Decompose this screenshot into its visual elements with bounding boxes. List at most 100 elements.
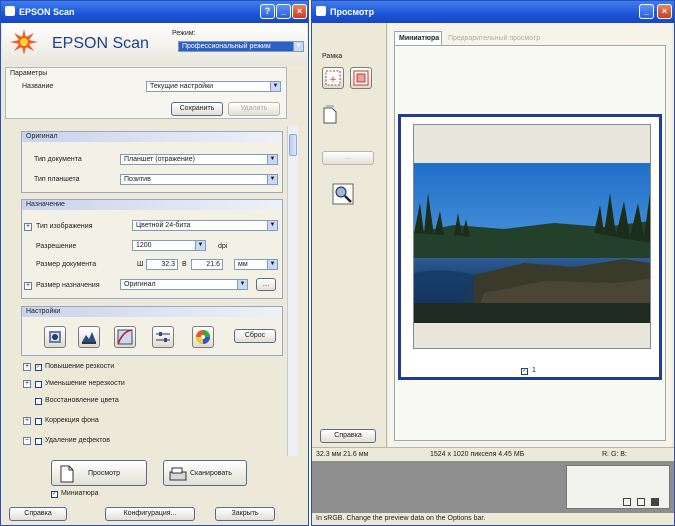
strip-tool-icon[interactable] xyxy=(623,498,631,506)
doc-type-select[interactable]: Планшет (отражение) ▼ xyxy=(120,154,278,165)
params-section: Параметры Название Текущие настройки ▼ С… xyxy=(5,67,287,119)
close-icon[interactable]: × xyxy=(292,4,307,19)
resolution-unit: dpi xyxy=(218,243,228,250)
scanner-icon xyxy=(169,467,187,481)
reset-button[interactable]: Сброс xyxy=(234,329,276,343)
collapse-icon[interactable]: − xyxy=(23,437,31,445)
height-field[interactable]: 21.6 xyxy=(191,259,223,270)
scan-button[interactable]: Сканировать xyxy=(163,460,247,486)
original-group: Оригинал Тип документа Планшет (отражени… xyxy=(21,131,283,193)
target-header: Назначение xyxy=(22,200,282,210)
preview-button[interactable]: Просмотр xyxy=(51,460,147,486)
target-size-edit-button[interactable]: … xyxy=(256,278,276,291)
settings-scrollbar[interactable] xyxy=(287,126,298,456)
minimize-icon[interactable]: _ xyxy=(639,4,654,19)
strip-tool-icon[interactable] xyxy=(651,498,659,506)
marquee-icon: + xyxy=(325,70,341,86)
expand-icon[interactable]: + xyxy=(23,363,31,371)
option-backlight[interactable]: + Коррекция фона xyxy=(21,415,221,427)
tone-correction-button[interactable] xyxy=(114,326,136,348)
histogram-button[interactable] xyxy=(78,326,100,348)
color-palette-button[interactable] xyxy=(192,326,214,348)
expand-icon[interactable]: + xyxy=(23,417,31,425)
delete-frame-button[interactable]: … xyxy=(322,151,374,165)
frame-number: 1 xyxy=(532,367,536,374)
name-select[interactable]: Текущие настройки ▼ xyxy=(146,81,281,92)
thumbnail-strip xyxy=(312,461,674,513)
backlight-checkbox[interactable] xyxy=(35,418,42,425)
marquee-button[interactable]: + xyxy=(322,67,344,89)
strip-tool-icon[interactable] xyxy=(637,498,645,506)
descreen-checkbox[interactable] xyxy=(35,381,42,388)
expand-image-type-icon[interactable]: + xyxy=(24,223,32,231)
target-size-label: Размер назначения xyxy=(36,282,100,289)
tab-normal[interactable]: Предварительный просмотр xyxy=(444,33,544,45)
option-descreen[interactable]: + Уменьшение нерезкости xyxy=(21,378,221,390)
status-size: 32.3 мм 21.6 мм xyxy=(316,451,369,458)
option-color-restore[interactable]: Восстановление цвета xyxy=(21,395,221,407)
film-type-value: Позитив xyxy=(124,176,151,183)
configuration-button[interactable]: Конфигурация... xyxy=(105,507,195,521)
minimize-icon[interactable]: _ xyxy=(276,4,291,19)
color-wheel-icon xyxy=(196,330,210,344)
color-restore-checkbox[interactable] xyxy=(35,398,42,405)
adjust-group: Настройки Сброс xyxy=(21,306,283,356)
histogram-icon xyxy=(82,332,96,344)
chevron-down-icon: ▼ xyxy=(267,155,277,164)
size-unit-select[interactable]: мм ▼ xyxy=(234,259,278,270)
expand-icon[interactable]: + xyxy=(23,380,31,388)
tab-thumbnail[interactable]: Миниатюра xyxy=(394,31,442,45)
thumbnail-frame[interactable]: ✓ 1 xyxy=(398,114,662,380)
save-settings-button[interactable]: Сохранить xyxy=(171,102,223,116)
help-title-icon[interactable]: ? xyxy=(260,4,275,19)
page-copy-icon[interactable] xyxy=(322,105,338,125)
sharpen-checkbox[interactable]: ✓ xyxy=(35,364,42,371)
color-restore-label: Восстановление цвета xyxy=(45,397,119,404)
chevron-down-icon: ▼ xyxy=(237,280,247,289)
auto-locate-button[interactable] xyxy=(350,67,372,89)
app-icon xyxy=(5,6,15,16)
option-dust-removal[interactable]: − Удаление дефектов xyxy=(21,435,221,447)
options-list: + ✓ Повышение резкости + Уменьшение нере… xyxy=(21,361,283,457)
sharpen-label: Повышение резкости xyxy=(45,363,115,370)
frame-select-checkbox[interactable]: ✓ xyxy=(521,368,528,375)
dust-removal-checkbox[interactable] xyxy=(35,438,42,445)
option-sharpen[interactable]: + ✓ Повышение резкости xyxy=(21,361,221,373)
epson-scan-window: EPSON Scan ? _ × EPSON Scan Режим: Профе… xyxy=(0,0,309,526)
target-size-select[interactable]: Оригинал ▼ xyxy=(120,279,248,290)
preview-help-button[interactable]: Справка xyxy=(320,429,376,443)
auto-locate-icon xyxy=(353,70,369,86)
descreen-label: Уменьшение нерезкости xyxy=(45,380,125,387)
resolution-select[interactable]: 1200 ▼ xyxy=(132,240,206,251)
width-field[interactable]: 32.3 xyxy=(146,259,178,270)
adjust-header: Настройки xyxy=(22,307,282,317)
auto-exposure-button[interactable] xyxy=(44,326,66,348)
close-icon[interactable]: × xyxy=(657,4,672,19)
delete-settings-button[interactable]: Удалить xyxy=(228,102,280,116)
image-type-label: Тип изображения xyxy=(36,223,93,230)
tab-normal-label: Предварительный просмотр xyxy=(448,35,541,42)
original-header: Оригинал xyxy=(22,132,282,142)
image-type-select[interactable]: Цветной 24-бита ▼ xyxy=(132,220,278,231)
scrollbar-thumb[interactable] xyxy=(289,134,297,156)
height-prefix: В xyxy=(182,261,187,268)
film-type-select[interactable]: Позитив ▼ xyxy=(120,174,278,185)
width-value: 32.3 xyxy=(161,261,175,268)
name-label: Название xyxy=(22,83,54,90)
chevron-down-icon: ▼ xyxy=(267,175,277,184)
mode-select[interactable]: Профессиональный режим ▼ xyxy=(178,41,304,52)
app-icon xyxy=(316,6,326,16)
image-adjust-button[interactable] xyxy=(152,326,174,348)
expand-target-size-icon[interactable]: + xyxy=(24,282,32,290)
thumbnail-checkbox[interactable]: ✓ xyxy=(51,491,58,498)
preview-titlebar[interactable]: Просмотр _ × xyxy=(312,1,674,23)
document-icon xyxy=(60,465,74,483)
zoom-icon[interactable] xyxy=(332,183,354,205)
height-value: 21.6 xyxy=(206,261,220,268)
main-titlebar[interactable]: EPSON Scan ? _ × xyxy=(1,1,308,23)
close-button[interactable]: Закрыть xyxy=(215,507,275,521)
thumbnail-label: Миниатюра xyxy=(61,490,99,497)
doc-type-value: Планшет (отражение) xyxy=(124,156,195,163)
help-button[interactable]: Справка xyxy=(9,507,67,521)
sliders-icon xyxy=(156,332,170,342)
